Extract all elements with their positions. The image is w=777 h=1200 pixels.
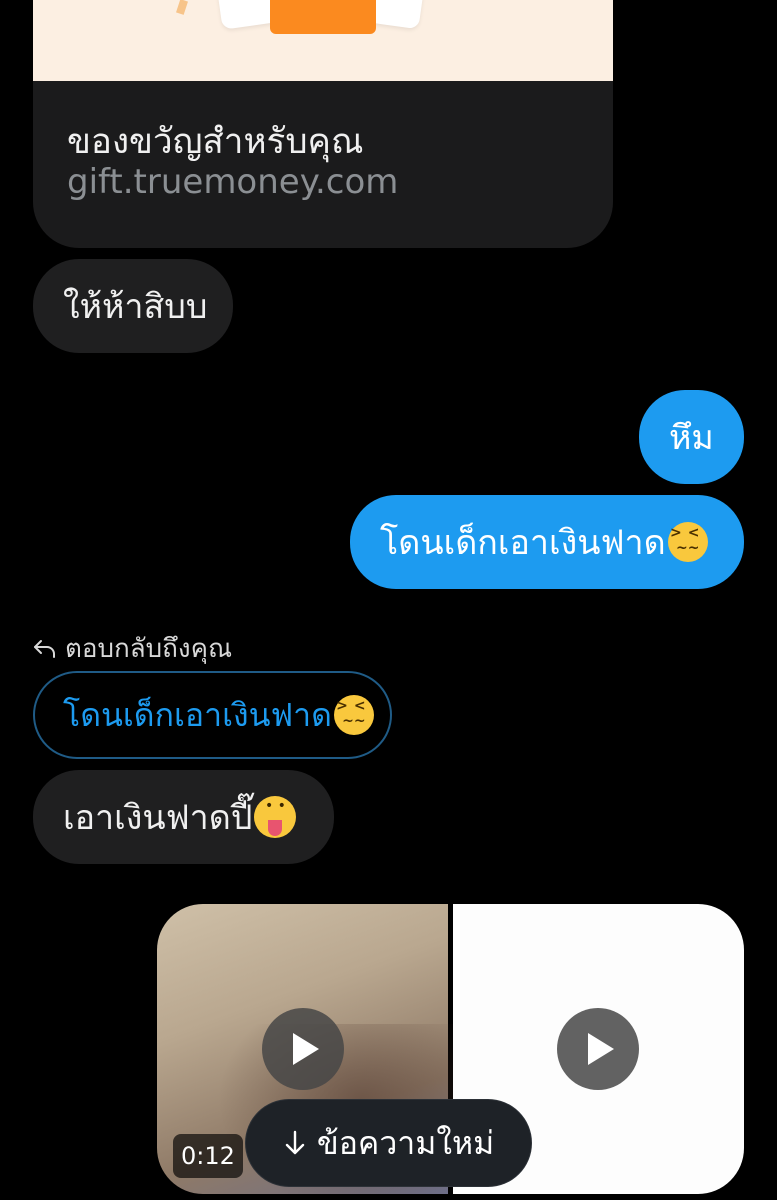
- confounded-face-emoji: [667, 522, 708, 562]
- message-text: โดนเด็กเอาเงินฟาด: [380, 523, 666, 563]
- reply-label-text: ตอบกลับถึงคุณ: [65, 634, 233, 664]
- play-icon[interactable]: [557, 1008, 639, 1090]
- new-messages-button[interactable]: ข้อความใหม่: [246, 1100, 531, 1186]
- play-icon[interactable]: [262, 1008, 344, 1090]
- video-duration-badge: 0:12: [173, 1134, 243, 1178]
- reply-indicator: ตอบกลับถึงคุณ: [33, 628, 232, 669]
- link-preview-title: ของขวัญสำหรับคุณ: [67, 122, 364, 162]
- gift-box-graphic: [270, 0, 376, 34]
- outgoing-message-bubble[interactable]: หึม: [639, 390, 744, 484]
- message-text: เอาเงินฟาดปี๊: [63, 798, 253, 838]
- link-preview-image: [33, 0, 613, 81]
- incoming-message-bubble[interactable]: เอาเงินฟาดปี๊: [33, 770, 334, 864]
- arrow-down-icon: [285, 1130, 305, 1155]
- link-preview-card[interactable]: ของขวัญสำหรับคุณ gift.truemoney.com: [33, 0, 613, 248]
- confounded-face-emoji: [333, 695, 374, 735]
- new-messages-label: ข้อความใหม่: [316, 1123, 495, 1162]
- tongue-face-emoji: [254, 796, 297, 838]
- incoming-message-bubble[interactable]: ให้ห้าสิบบ: [33, 259, 233, 353]
- quoted-message[interactable]: โดนเด็กเอาเงินฟาด: [33, 671, 392, 759]
- link-preview-url: gift.truemoney.com: [67, 162, 399, 202]
- outgoing-message-bubble[interactable]: โดนเด็กเอาเงินฟาด: [350, 495, 744, 589]
- reply-arrow-icon: [34, 639, 55, 658]
- gift-card-graphic: [368, 0, 424, 30]
- message-text: หึม: [669, 418, 714, 458]
- message-text: ให้ห้าสิบบ: [63, 287, 208, 327]
- quoted-message-text: โดนเด็กเอาเงินฟาด: [63, 695, 332, 734]
- confetti-decoration: [176, 0, 188, 15]
